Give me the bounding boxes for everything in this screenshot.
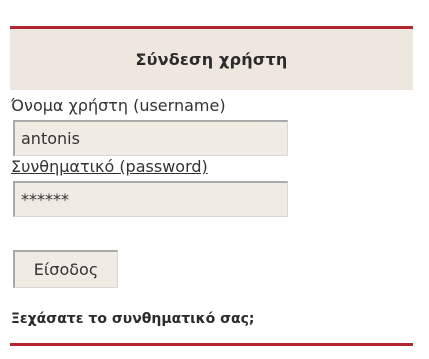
page: Σύνδεση χρήστη Όνομα χρήστη (username) Σ… [0, 0, 429, 359]
username-label: Όνομα χρήστη (username) [11, 96, 226, 115]
login-panel: Σύνδεση χρήστη Όνομα χρήστη (username) Σ… [10, 26, 413, 348]
login-button[interactable]: Είσοδος [13, 250, 118, 288]
username-input[interactable] [13, 120, 288, 156]
forgot-password-link[interactable]: Ξεχάσατε το συνθηματικό σας; [11, 311, 254, 327]
login-panel-header: Σύνδεση χρήστη [10, 26, 413, 90]
password-input[interactable] [13, 181, 288, 217]
login-panel-title: Σύνδεση χρήστη [135, 50, 288, 69]
panel-bottom-divider [10, 343, 413, 346]
password-label: Συνθηματικό (password) [11, 157, 208, 176]
